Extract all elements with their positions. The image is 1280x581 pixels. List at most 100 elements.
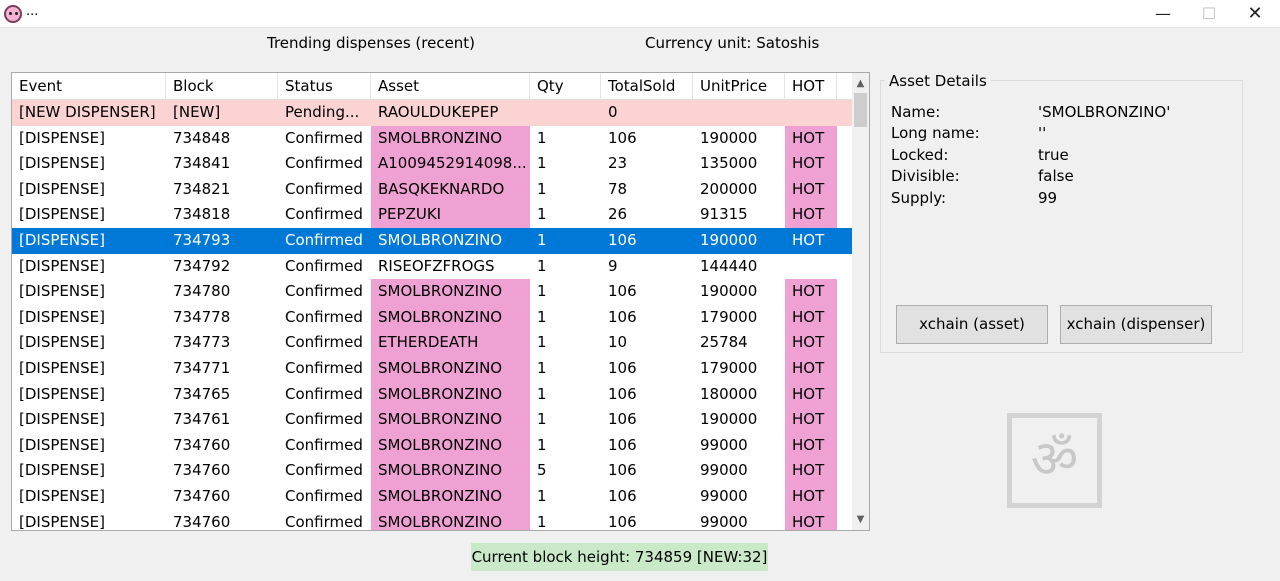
cell-event: [DISPENSE] [19, 154, 105, 173]
cell-unitprice: 135000 [700, 154, 758, 173]
cell-unitprice: 190000 [700, 410, 758, 429]
cell-status: Confirmed [285, 435, 363, 454]
longname-label: Long name: [891, 124, 980, 142]
scroll-up-icon[interactable]: ▲ [852, 75, 869, 92]
cell-event: [DISPENSE] [19, 307, 105, 326]
cell-qty: 1 [537, 128, 547, 147]
divisible-label: Divisible: [891, 167, 960, 185]
table-row[interactable]: [DISPENSE] 734760 Confirmed SMOLBRONZINO 1 10… [12, 432, 852, 459]
table-row[interactable]: [DISPENSE] 734760 Confirmed SMOLBRONZINO 5 10… [12, 458, 852, 484]
asset-details-title: Asset Details [885, 72, 991, 90]
cell-unitprice: 190000 [700, 230, 758, 249]
cell-block: 734760 [173, 435, 231, 454]
cell-qty: 1 [537, 512, 547, 531]
cell-event: [DISPENSE] [19, 205, 105, 224]
column-header-asset[interactable]: Asset [371, 73, 530, 100]
cell-event: [DISPENSE] [19, 461, 105, 480]
cell-event: [DISPENSE] [19, 179, 105, 198]
cell-block: 734761 [173, 410, 231, 429]
table-row[interactable]: [DISPENSE] 734793 Confirmed SMOLBRONZINO 1 10… [12, 227, 852, 254]
cell-asset: ETHERDEATH [371, 330, 530, 356]
table-row[interactable]: [DISPENSE] 734818 Confirmed PEPZUKI 1 26 91315… [12, 202, 852, 228]
maximize-button[interactable]: ☐ [1186, 0, 1232, 28]
table-row[interactable]: [DISPENSE] 734778 Confirmed SMOLBRONZINO 1 10… [12, 304, 852, 331]
column-header-hot[interactable]: HOT [785, 73, 837, 100]
cell-asset: SMOLBRONZINO [371, 227, 530, 254]
cell-status: Confirmed [285, 410, 363, 429]
cell-qty: 1 [537, 486, 547, 505]
cell-qty: 1 [537, 307, 547, 326]
title-bar: ... — ☐ ✕ [0, 0, 1280, 28]
cell-asset: SMOLBRONZINO [371, 458, 530, 484]
column-header-unitprice[interactable]: UnitPrice [693, 73, 785, 100]
xchain-asset-button[interactable]: xchain (asset) [896, 305, 1048, 344]
cell-qty: 1 [537, 256, 547, 275]
cell-asset: SMOLBRONZINO [371, 279, 530, 305]
table-row[interactable]: [DISPENSE] 734765 Confirmed SMOLBRONZINO 1 10… [12, 381, 852, 408]
cell-hot: HOT [785, 125, 837, 152]
cell-hot [785, 254, 837, 280]
cell-block: [NEW] [173, 103, 221, 121]
cell-unitprice: 179000 [700, 358, 758, 377]
table-row[interactable]: [NEW DISPENSER] [NEW] Pending... RAOULDUKEP… [12, 100, 852, 126]
scroll-down-icon[interactable]: ▼ [852, 511, 869, 528]
cell-totalsold: 106 [608, 435, 637, 454]
xchain-dispenser-button[interactable]: xchain (dispenser) [1060, 305, 1212, 344]
table-header: Event Block Status Asset Qty TotalSold U… [12, 73, 852, 100]
table-body: [NEW DISPENSER] [NEW] Pending... RAOULDUKEP… [12, 100, 852, 531]
cell-block: 734771 [173, 358, 231, 377]
cell-asset: RISEOFZFROGS [378, 256, 495, 275]
scrollbar-thumb[interactable] [854, 93, 867, 127]
table-row[interactable]: [DISPENSE] 734771 Confirmed SMOLBRONZINO 1 10… [12, 355, 852, 382]
table-row[interactable]: [DISPENSE] 734760 Confirmed SMOLBRONZINO 1 10… [12, 509, 852, 531]
cell-event: [DISPENSE] [19, 435, 105, 454]
cell-asset: RAOULDUKEPEP [378, 103, 499, 121]
cell-unitprice [693, 100, 785, 126]
cell-hot: HOT [785, 509, 837, 530]
cell-event: [NEW DISPENSER] [19, 103, 156, 121]
cell-block: 734821 [173, 179, 231, 198]
cell-totalsold: 106 [608, 461, 637, 480]
cell-event: [DISPENSE] [19, 230, 105, 249]
cell-block: 734792 [173, 256, 231, 275]
cell-asset: A1009452914098... [371, 151, 530, 177]
cell-qty: 1 [537, 205, 547, 224]
table-row[interactable]: [DISPENSE] 734821 Confirmed BASQKEKNARDO 1 78… [12, 176, 852, 203]
cell-asset: SMOLBRONZINO [371, 355, 530, 382]
table-scrollbar[interactable]: ▲ ▼ [852, 73, 869, 530]
cell-asset: SMOLBRONZINO [371, 304, 530, 331]
column-header-block[interactable]: Block [166, 73, 278, 100]
cell-event: [DISPENSE] [19, 128, 105, 147]
cell-asset: SMOLBRONZINO [371, 381, 530, 408]
cell-totalsold: 106 [608, 307, 637, 326]
cell-asset: SMOLBRONZINO [371, 432, 530, 459]
table-row[interactable]: [DISPENSE] 734792 Confirmed RISEOFZFROGS 1 9 1… [12, 254, 852, 280]
table-row[interactable]: [DISPENSE] 734773 Confirmed ETHERDEATH 1 10 25… [12, 330, 852, 356]
cell-asset: BASQKEKNARDO [371, 176, 530, 203]
cell-event: [DISPENSE] [19, 282, 105, 301]
table-row[interactable]: [DISPENSE] 734761 Confirmed SMOLBRONZINO 1 10… [12, 407, 852, 433]
close-button[interactable]: ✕ [1232, 0, 1278, 28]
cell-block: 734793 [173, 230, 231, 249]
table-row[interactable]: [DISPENSE] 734841 Confirmed A1009452914098.… [12, 151, 852, 177]
column-header-totalsold[interactable]: TotalSold [601, 73, 693, 100]
minimize-button[interactable]: — [1140, 0, 1186, 28]
cell-hot: HOT [785, 458, 837, 484]
dispense-table[interactable]: Event Block Status Asset Qty TotalSold U… [11, 72, 870, 531]
cell-status: Confirmed [285, 256, 363, 275]
cell-unitprice: 180000 [700, 384, 758, 403]
table-row[interactable]: [DISPENSE] 734760 Confirmed SMOLBRONZINO 1 10… [12, 483, 852, 510]
trending-label: Trending dispenses (recent) [267, 34, 476, 52]
column-header-status[interactable]: Status [278, 73, 371, 100]
table-row[interactable]: [DISPENSE] 734780 Confirmed SMOLBRONZINO 1 10… [12, 279, 852, 305]
column-header-event[interactable]: Event [12, 73, 166, 100]
cell-hot [785, 100, 837, 126]
cell-qty: 1 [537, 435, 547, 454]
supply-label: Supply: [891, 189, 947, 207]
column-header-qty[interactable]: Qty [530, 73, 601, 100]
name-label: Name: [891, 103, 941, 121]
table-row[interactable]: [DISPENSE] 734848 Confirmed SMOLBRONZINO 1 10… [12, 125, 852, 152]
cell-qty: 1 [537, 384, 547, 403]
cell-qty: 1 [537, 230, 547, 249]
cell-totalsold: 0 [608, 103, 618, 121]
